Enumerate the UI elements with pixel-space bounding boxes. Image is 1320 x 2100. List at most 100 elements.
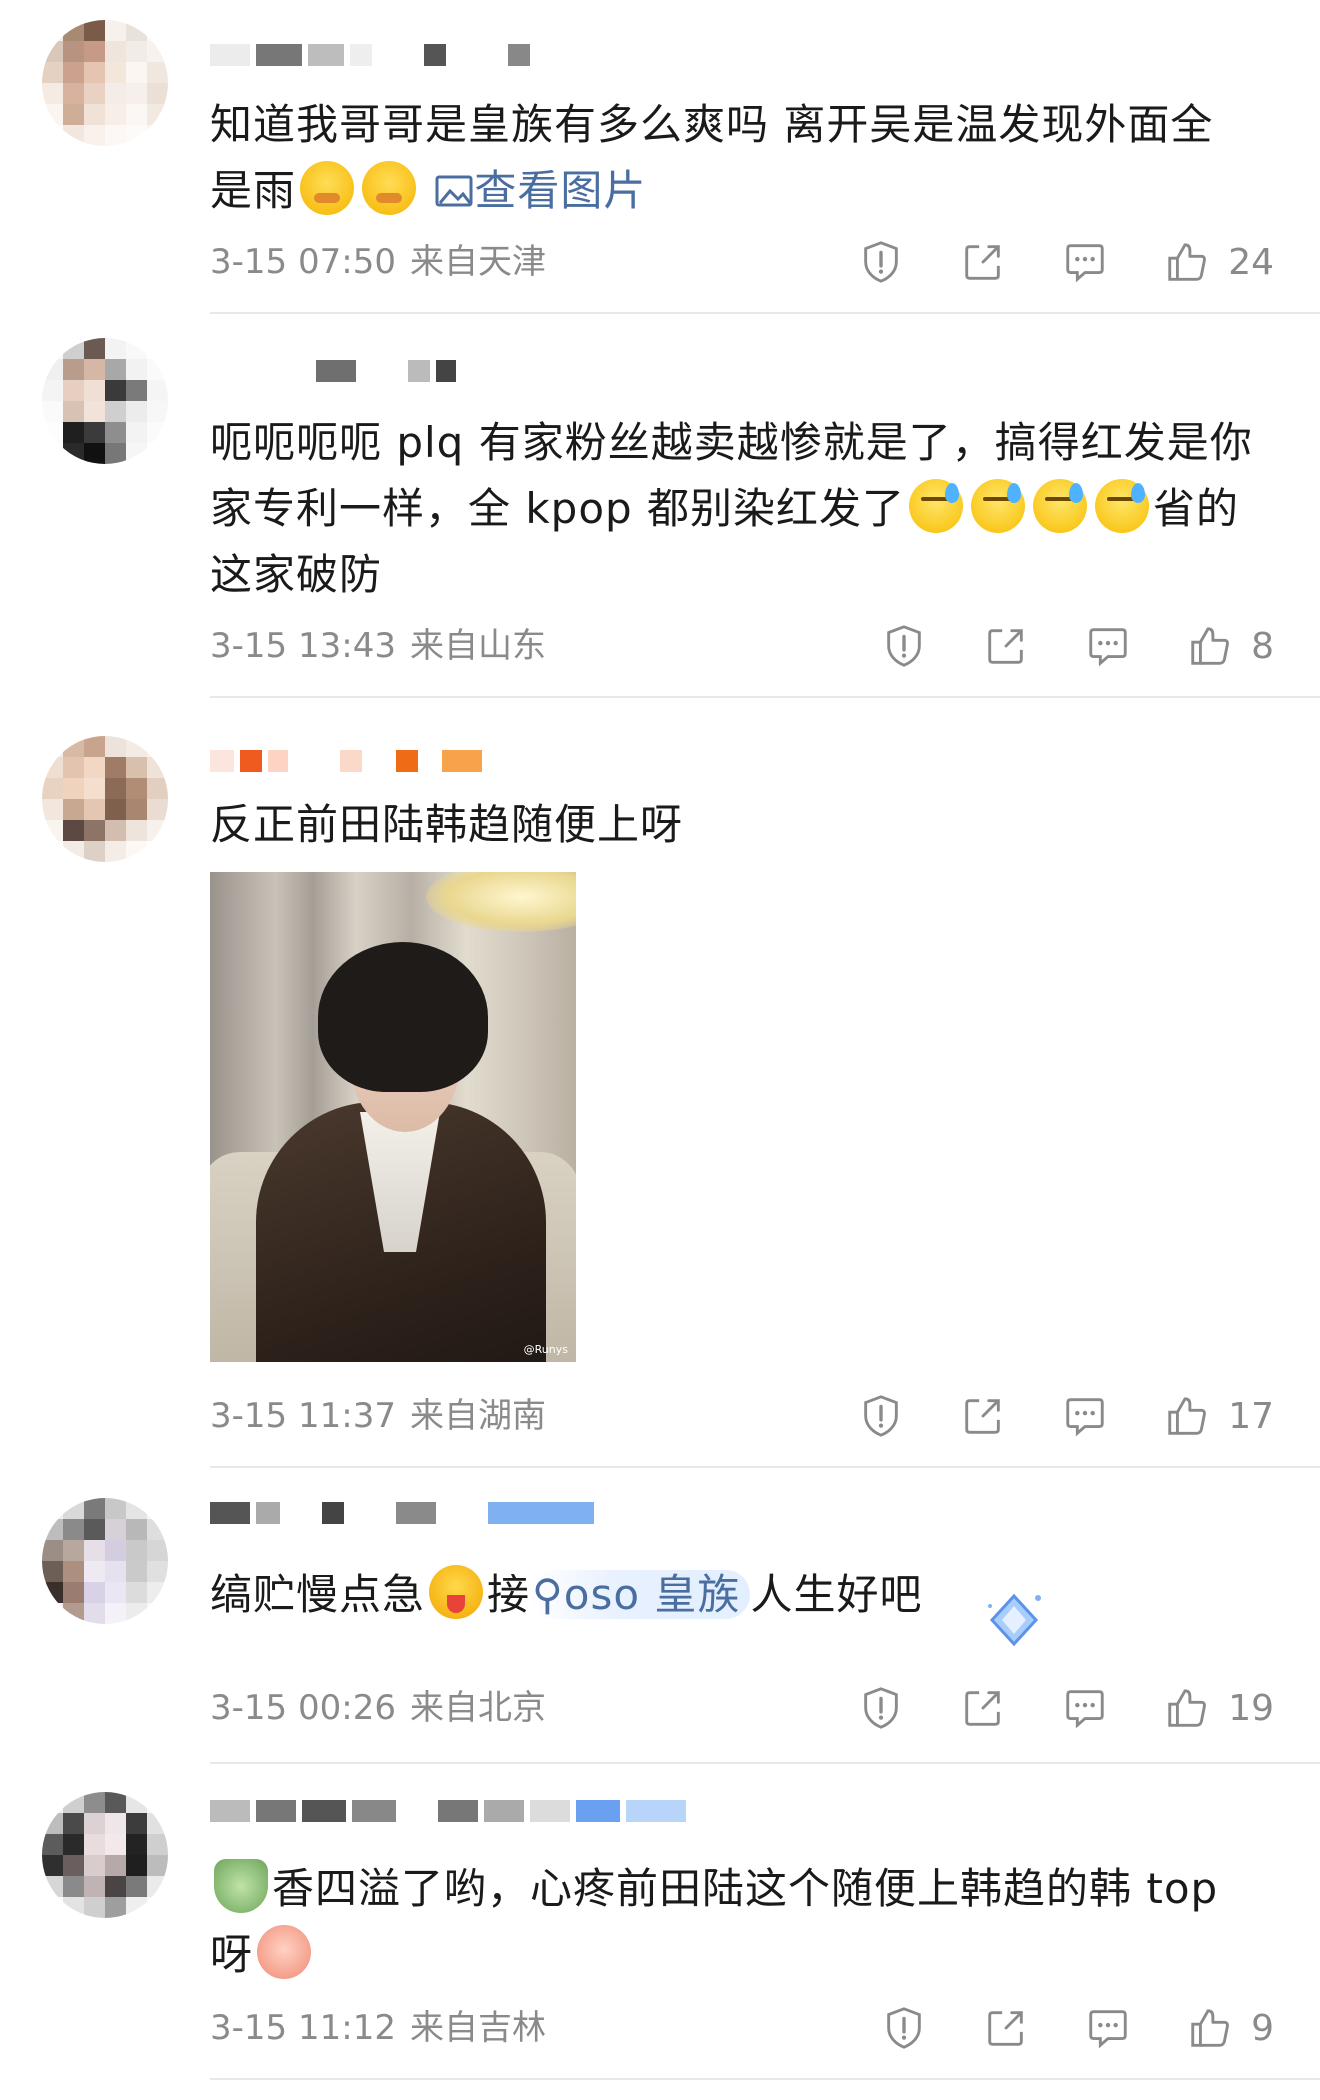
comment-icon xyxy=(1066,1690,1104,1729)
thumbs-up-icon xyxy=(1191,627,1229,665)
hair-shape xyxy=(318,942,488,1092)
photo-watermark: @Runys xyxy=(523,1343,568,1356)
divider xyxy=(210,2078,1320,2080)
comment-date: 3-15 00:26 xyxy=(210,1688,396,1728)
report-button[interactable] xyxy=(858,1393,904,1439)
comment-text: 反正前田陆韩趋随便上呀 xyxy=(210,800,684,849)
report-button[interactable] xyxy=(881,2005,927,2051)
comment-icon xyxy=(1066,1398,1104,1437)
share-icon xyxy=(965,245,1000,280)
comment-text: 香四溢了哟，心疼前田陆这个随便上韩趋的韩 top 呀 xyxy=(210,1856,1280,1988)
divider xyxy=(210,1762,1320,1764)
comment-location: 来自吉林 xyxy=(409,2008,546,2048)
report-button[interactable] xyxy=(858,239,904,285)
report-button[interactable] xyxy=(881,623,927,669)
sweat-emoji-icon xyxy=(909,479,964,533)
comment-date: 3-15 13:43 xyxy=(210,626,396,666)
thumbs-up-icon xyxy=(1191,2009,1229,2047)
reply-button[interactable] xyxy=(1085,2005,1131,2051)
comment-date: 3-15 11:37 xyxy=(210,1396,396,1436)
like-count: 17 xyxy=(1228,1395,1274,1437)
sweat-emoji-icon xyxy=(971,479,1026,533)
avatar[interactable] xyxy=(42,338,168,464)
reply-button[interactable] xyxy=(1062,1685,1108,1731)
comment-icon xyxy=(1089,2010,1127,2049)
username-blurred[interactable] xyxy=(210,1796,686,1826)
mention-link[interactable]: ⚲oso 皇族 xyxy=(530,1570,751,1619)
avatar[interactable] xyxy=(42,1498,168,1624)
crying-emoji-icon xyxy=(300,161,355,215)
comment-date: 3-15 07:50 xyxy=(210,242,396,282)
comment-photo[interactable]: @Runys xyxy=(210,872,576,1362)
comment-actions: 24 xyxy=(858,232,1274,292)
avatar[interactable] xyxy=(42,1792,168,1918)
like-button[interactable]: 9 xyxy=(1187,2005,1274,2051)
avatar[interactable] xyxy=(42,736,168,862)
view-image-link[interactable]: 查看图片 xyxy=(434,166,646,215)
comment-icon xyxy=(1066,244,1104,283)
image-icon xyxy=(435,175,473,207)
divider xyxy=(210,1466,1320,1468)
divider xyxy=(210,696,1320,698)
thumbs-up-icon xyxy=(1168,1397,1207,1435)
thumbs-up-icon xyxy=(1168,243,1207,281)
share-button[interactable] xyxy=(960,239,1006,285)
comment-icon xyxy=(1089,628,1127,667)
like-button[interactable]: 19 xyxy=(1164,1685,1274,1731)
crying-emoji-icon xyxy=(362,161,417,215)
comment-actions: 9 xyxy=(881,1998,1274,2058)
comment-text: 知道我哥哥是皇族有多么爽吗 离开吴是温发现外面全 是雨 查看图片 xyxy=(210,100,1214,215)
comment-text: 缟贮慢点急 接⚲oso 皇族 人生好吧 xyxy=(210,1562,1280,1628)
username-blurred[interactable] xyxy=(210,356,456,386)
comment-text: 呃呃呃呃 plq 有家粉丝越卖越惨就是了，搞得红发是你 家专利一样，全 kpop… xyxy=(210,418,1253,599)
reply-button[interactable] xyxy=(1062,239,1108,285)
report-icon xyxy=(864,1395,898,1437)
share-icon xyxy=(988,2011,1023,2046)
report-icon xyxy=(887,2007,921,2049)
tongue-emoji-icon xyxy=(429,1565,484,1619)
share-button[interactable] xyxy=(983,2005,1029,2051)
tea-cup-emoji-icon xyxy=(214,1859,268,1913)
comment-actions: 19 xyxy=(858,1678,1274,1738)
divider xyxy=(210,312,1320,314)
username-blurred[interactable] xyxy=(210,40,530,70)
comment-location: 来自湖南 xyxy=(409,1396,546,1436)
share-button[interactable] xyxy=(983,623,1029,669)
report-icon xyxy=(887,625,921,667)
comment-location: 来自山东 xyxy=(409,626,546,666)
reply-button[interactable] xyxy=(1085,623,1131,669)
comment-meta: 3-15 00:26 来自北京 xyxy=(210,1678,546,1738)
cat-emoji-icon xyxy=(257,1925,312,1979)
comment-date: 3-15 11:12 xyxy=(210,2008,396,2048)
like-count: 8 xyxy=(1251,625,1274,667)
avatar[interactable] xyxy=(42,20,168,146)
sweat-emoji-icon xyxy=(1033,479,1088,533)
report-button[interactable] xyxy=(858,1685,904,1731)
comment-location: 来自天津 xyxy=(409,242,546,282)
comment-meta: 3-15 11:37 来自湖南 xyxy=(210,1386,546,1446)
comment-actions: 8 xyxy=(881,616,1274,676)
share-icon xyxy=(988,629,1023,664)
like-count: 19 xyxy=(1228,1687,1274,1729)
report-icon xyxy=(864,1687,898,1729)
report-icon xyxy=(864,241,898,283)
share-icon xyxy=(965,1399,1000,1434)
share-button[interactable] xyxy=(960,1393,1006,1439)
like-button[interactable]: 17 xyxy=(1164,1393,1274,1439)
comment-actions: 17 xyxy=(858,1386,1274,1446)
comment-meta: 3-15 13:43 来自山东 xyxy=(210,616,546,676)
like-button[interactable]: 24 xyxy=(1164,239,1274,285)
sweat-emoji-icon xyxy=(1095,479,1150,533)
diamond-badge-icon xyxy=(988,1593,1041,1647)
share-button[interactable] xyxy=(960,1685,1006,1731)
comment-location: 来自北京 xyxy=(409,1688,546,1728)
like-count: 9 xyxy=(1251,2007,1274,2049)
like-button[interactable]: 8 xyxy=(1187,623,1274,669)
reply-button[interactable] xyxy=(1062,1393,1108,1439)
username-blurred[interactable] xyxy=(210,746,482,776)
like-count: 24 xyxy=(1228,241,1274,283)
username-blurred[interactable] xyxy=(210,1498,594,1528)
thumbs-up-icon xyxy=(1168,1689,1207,1727)
search-icon: ⚲ xyxy=(532,1570,564,1619)
comment-meta: 3-15 11:12 来自吉林 xyxy=(210,1998,546,2058)
